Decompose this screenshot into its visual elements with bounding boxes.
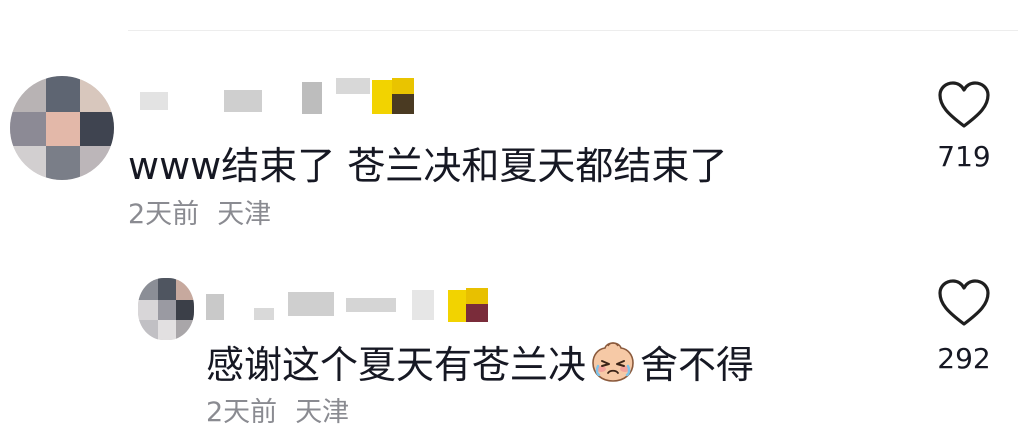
username-blurred[interactable] <box>206 286 506 326</box>
comment-meta: 2天前 天津 <box>128 198 271 232</box>
avatar[interactable] <box>138 278 194 340</box>
comment-time: 2天前 <box>128 199 200 230</box>
reply-meta: 2天前 天津 <box>206 396 349 430</box>
like-button[interactable]: 719 <box>929 80 999 174</box>
reply-time: 2天前 <box>206 397 278 428</box>
reply-location: 天津 <box>295 397 350 428</box>
heart-outline-icon <box>938 279 990 326</box>
like-count: 292 <box>937 342 991 375</box>
heart-outline-icon <box>938 81 990 128</box>
crying-face-emoji-icon <box>592 342 634 382</box>
username-blurred[interactable] <box>140 78 420 118</box>
like-count: 719 <box>937 140 991 173</box>
comment-location: 天津 <box>217 199 272 230</box>
avatar[interactable] <box>10 76 114 180</box>
reply-text: 感谢这个夏天有苍兰决 舍不得 <box>206 340 754 389</box>
top-divider <box>128 30 1018 31</box>
reply-text-before: 感谢这个夏天有苍兰决 <box>206 343 587 387</box>
reply-text-after: 舍不得 <box>640 343 755 387</box>
reply-like-button[interactable]: 292 <box>929 278 999 376</box>
comment-text: www结束了 苍兰决和夏天都结束了 <box>128 144 728 188</box>
